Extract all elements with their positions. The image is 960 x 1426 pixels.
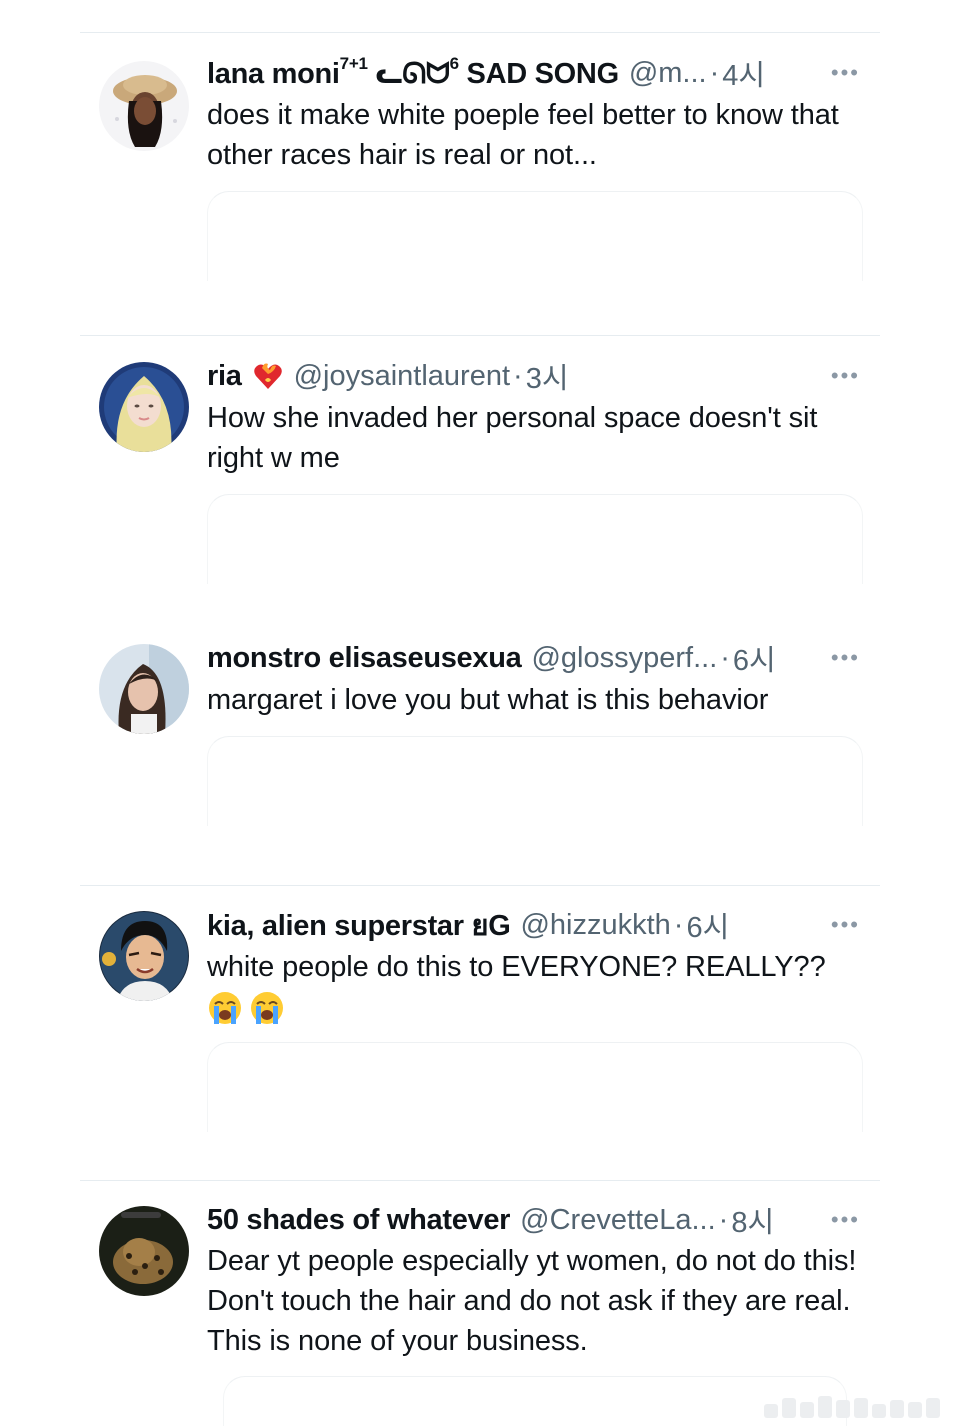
embedded-card[interactable] [207, 191, 863, 281]
more-options-icon[interactable]: ••• [831, 905, 860, 945]
separator-dot: · [709, 56, 720, 89]
display-name[interactable]: monstro elisaseusexua [207, 642, 522, 675]
tweet[interactable]: monstro elisaseusexua @glossyperf... · 6… [80, 620, 880, 884]
timestamp[interactable]: 8시 [731, 1199, 774, 1241]
display-name[interactable]: kia, alien superstar ยG [207, 902, 511, 948]
cartoon-girl-hat-avatar[interactable] [99, 61, 189, 151]
tweet-header: monstro elisaseusexua @glossyperf... · 6… [207, 638, 862, 678]
reply-feed: lana moni7+1 ᓚᘏᗢ6 SAD SONG @m... · 4시 ••… [80, 0, 880, 1426]
tweet-text: Dear yt people especially yt women, do n… [207, 1245, 857, 1357]
tweet-text: white people do this to EVERYONE? REALLY… [207, 947, 862, 1027]
loudly-crying-face-icon [249, 990, 285, 1026]
user-handle[interactable]: @CrevetteLa... [520, 1204, 715, 1237]
more-options-icon[interactable]: ••• [831, 53, 860, 93]
heart-fire-icon [252, 360, 284, 392]
user-handle[interactable]: @glossyperf... [531, 642, 717, 675]
display-name[interactable]: 50 shades of whatever [207, 1204, 510, 1237]
timestamp[interactable]: 6시 [686, 904, 729, 946]
display-name[interactable]: lana moni7+1 ᓚᘏᗢ6 SAD SONG [207, 54, 619, 91]
embedded-card[interactable] [223, 1376, 847, 1426]
user-handle[interactable]: @m... [629, 57, 707, 90]
watermark-logo [764, 1396, 940, 1418]
cartoon-man-avatar[interactable] [99, 911, 189, 1001]
separator-dot: · [720, 641, 730, 674]
more-options-icon[interactable]: ••• [831, 356, 860, 396]
embedded-card[interactable] [207, 736, 863, 826]
tweet-header: lana moni7+1 ᓚᘏᗢ6 SAD SONG @m... · 4시 [207, 53, 862, 93]
embedded-card[interactable] [207, 494, 863, 584]
tweet-text: margaret i love you but what is this beh… [207, 684, 769, 716]
tweet[interactable]: kia, alien superstar ยG @hizzukkth · 6시 … [80, 885, 880, 1179]
embedded-card[interactable] [207, 1042, 863, 1132]
loudly-crying-face-icon [207, 990, 243, 1026]
separator-dot: · [513, 359, 523, 392]
tweet[interactable]: ria @joysaintlaurent · 3시 ••• How she in… [80, 335, 880, 584]
tweet-header: 50 shades of whatever @CrevetteLa... · 8… [207, 1200, 862, 1240]
timestamp[interactable]: 6시 [733, 637, 776, 679]
tweet-text: How she invaded her personal space doesn… [207, 402, 818, 474]
tweet-header: kia, alien superstar ยG @hizzukkth · 6시 [207, 905, 862, 945]
user-handle[interactable]: @joysaintlaurent [294, 360, 510, 393]
separator-dot: · [673, 908, 684, 941]
tweet[interactable]: lana moni7+1 ᓚᘏᗢ6 SAD SONG @m... · 4시 ••… [80, 32, 880, 335]
separator-dot: · [718, 1203, 729, 1236]
tweet-header: ria @joysaintlaurent · 3시 [207, 356, 862, 396]
tweet-text: does it make white poeple feel better to… [207, 99, 839, 171]
more-options-icon[interactable]: ••• [831, 1200, 860, 1240]
timestamp[interactable]: 4시 [722, 52, 765, 94]
blonde-girl-avatar[interactable] [99, 362, 189, 452]
display-name[interactable]: ria [207, 360, 242, 393]
tweet-text-content: white people do this to EVERYONE? REALLY… [207, 951, 826, 983]
user-handle[interactable]: @hizzukkth [520, 909, 670, 942]
brunette-woman-avatar[interactable] [99, 644, 189, 734]
tweet[interactable]: 50 shades of whatever @CrevetteLa... · 8… [80, 1180, 880, 1426]
leopard-avatar[interactable] [99, 1206, 189, 1296]
timestamp[interactable]: 3시 [526, 355, 569, 397]
more-options-icon[interactable]: ••• [831, 638, 860, 678]
